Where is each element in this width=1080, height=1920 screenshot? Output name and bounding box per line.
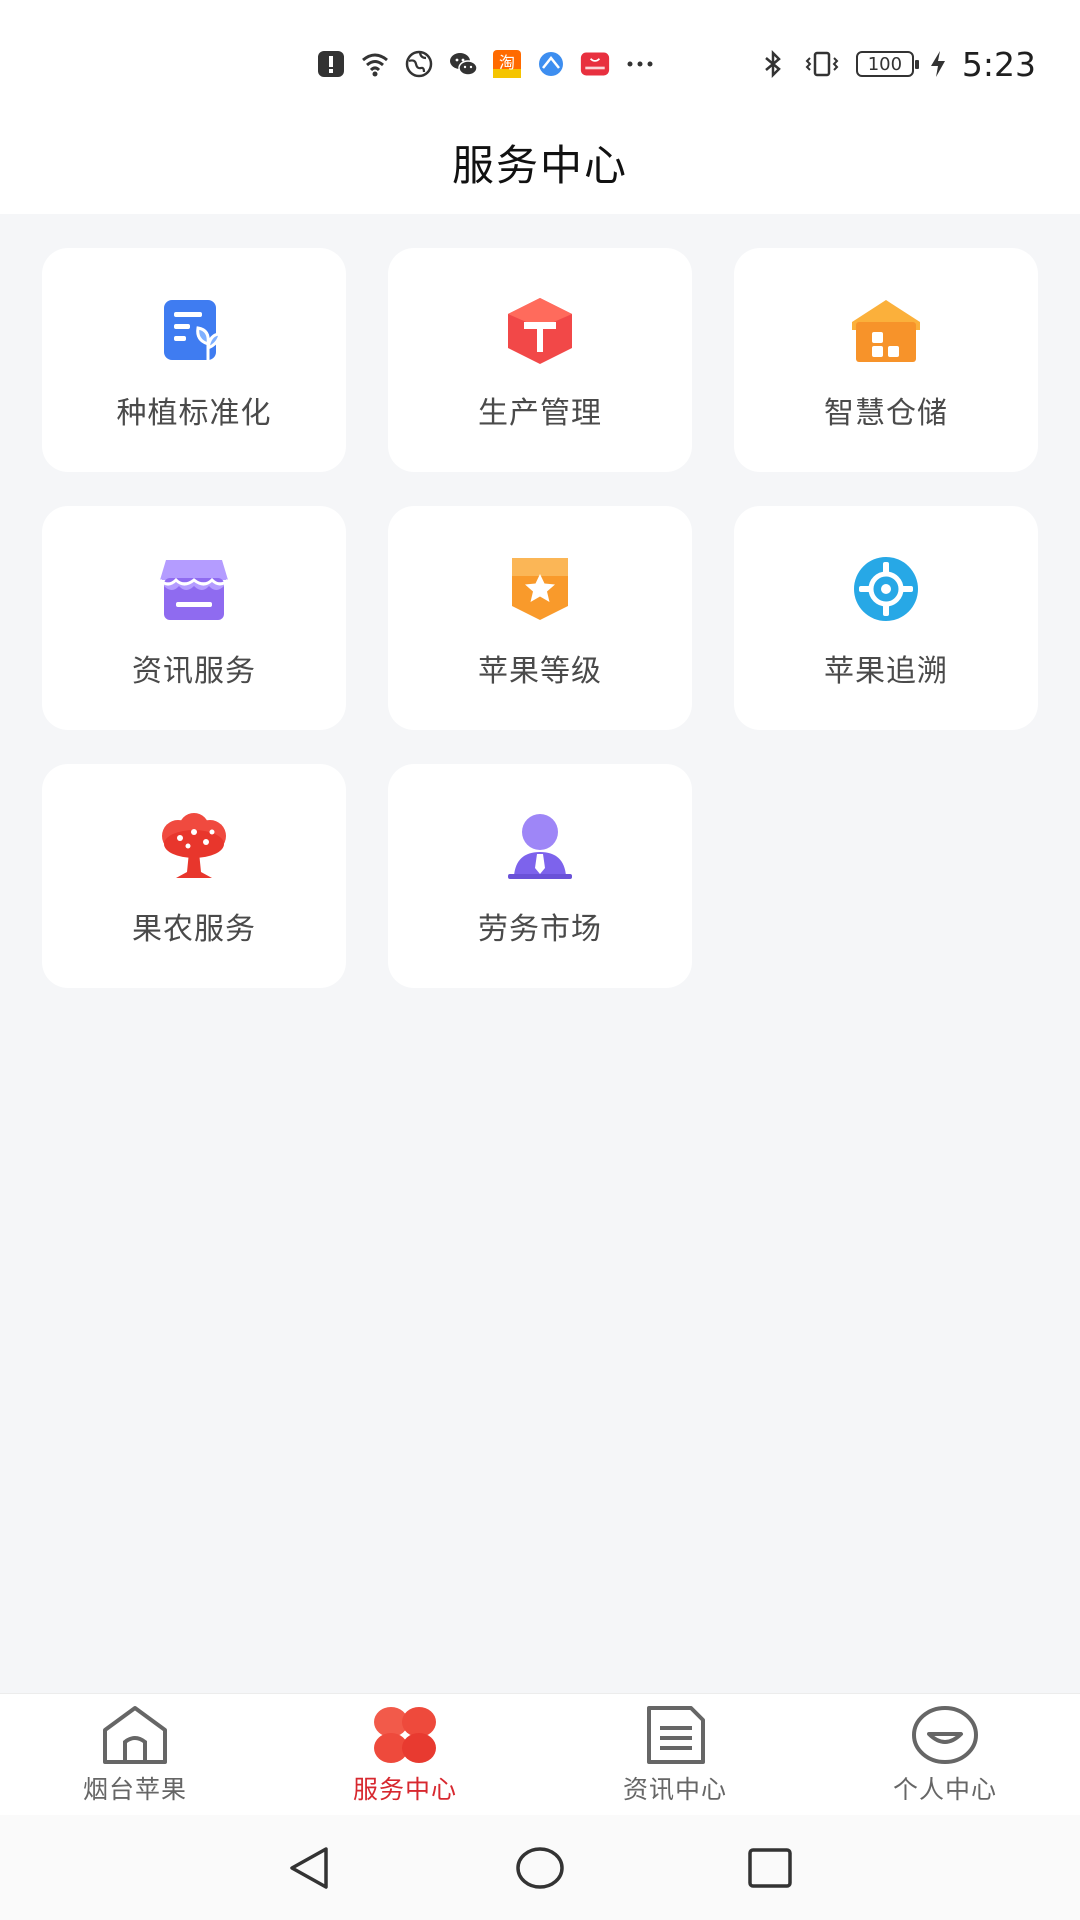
vpn-globe-icon	[404, 49, 434, 79]
service-label: 果农服务	[132, 912, 256, 947]
tab-label: 烟台苹果	[82, 1775, 187, 1804]
service-label: 劳务市场	[478, 912, 602, 947]
smile-icon	[909, 1704, 981, 1766]
production-box-icon	[502, 296, 578, 366]
service-label: 种植标准化	[116, 396, 272, 431]
service-card-planting-standard[interactable]: 种植标准化	[42, 248, 346, 472]
system-nav	[0, 1815, 1080, 1920]
service-card-labor[interactable]: 劳务市场	[388, 764, 692, 988]
service-label: 智慧仓储	[824, 396, 948, 431]
huawei-icon	[580, 49, 610, 79]
system-status: 100 5:23	[758, 40, 1036, 88]
more-icon	[624, 49, 656, 79]
wechat-icon	[448, 49, 478, 79]
home-icon	[99, 1704, 171, 1766]
tab-news-center[interactable]: 资讯中心	[575, 1704, 775, 1814]
tab-personal-center[interactable]: 个人中心	[845, 1704, 1045, 1814]
clover-icon	[369, 1704, 441, 1766]
service-card-info[interactable]: 资讯服务	[42, 506, 346, 730]
tab-yantai-apple[interactable]: 烟台苹果	[35, 1704, 235, 1814]
service-label: 苹果追溯	[824, 654, 948, 689]
page-title: 服务中心	[451, 140, 628, 190]
charging-icon	[928, 49, 948, 79]
back-icon[interactable]	[282, 1843, 338, 1893]
shop-info-icon	[156, 554, 232, 624]
battery-icon: 100	[855, 51, 919, 77]
svg-text:淘: 淘	[499, 53, 515, 72]
status-bar: 淘 100 5:23	[0, 0, 1080, 110]
service-label: 资讯服务	[132, 654, 256, 689]
planting-standard-icon	[156, 296, 232, 366]
warehouse-icon	[848, 296, 924, 366]
service-label: 苹果等级	[478, 654, 602, 689]
service-card-farmer[interactable]: 果农服务	[42, 764, 346, 988]
service-label: 生产管理	[478, 396, 602, 431]
target-trace-icon	[848, 554, 924, 624]
tab-label: 个人中心	[892, 1775, 997, 1804]
notification-icons: 淘	[316, 44, 656, 84]
alert-icon	[316, 49, 346, 79]
wifi-icon	[360, 49, 390, 79]
taobao-icon: 淘	[492, 49, 522, 79]
worker-icon	[502, 812, 578, 882]
fruit-tree-icon	[156, 812, 232, 882]
page-header: 服务中心	[0, 110, 1080, 214]
tab-label: 资讯中心	[622, 1775, 727, 1804]
bottom-nav: 烟台苹果 服务中心 资讯中心 个人中心	[0, 1693, 1080, 1815]
screen: 淘 100 5:23 服务中心 种植标准化 生产管理 智慧仓储 资讯服务 苹果等…	[0, 0, 1080, 1920]
star-badge-icon	[502, 554, 578, 624]
home-circle-icon[interactable]	[512, 1843, 568, 1893]
recents-icon[interactable]	[742, 1843, 798, 1893]
browser-icon	[536, 49, 566, 79]
document-icon	[639, 1704, 711, 1766]
service-card-trace[interactable]: 苹果追溯	[734, 506, 1038, 730]
service-card-grade[interactable]: 苹果等级	[388, 506, 692, 730]
tab-service-center[interactable]: 服务中心	[305, 1704, 505, 1814]
service-card-production[interactable]: 生产管理	[388, 248, 692, 472]
status-time: 5:23	[961, 44, 1036, 84]
vibrate-icon	[802, 49, 842, 79]
tab-label: 服务中心	[352, 1775, 457, 1804]
service-card-warehouse[interactable]: 智慧仓储	[734, 248, 1038, 472]
bluetooth-icon	[758, 49, 788, 79]
